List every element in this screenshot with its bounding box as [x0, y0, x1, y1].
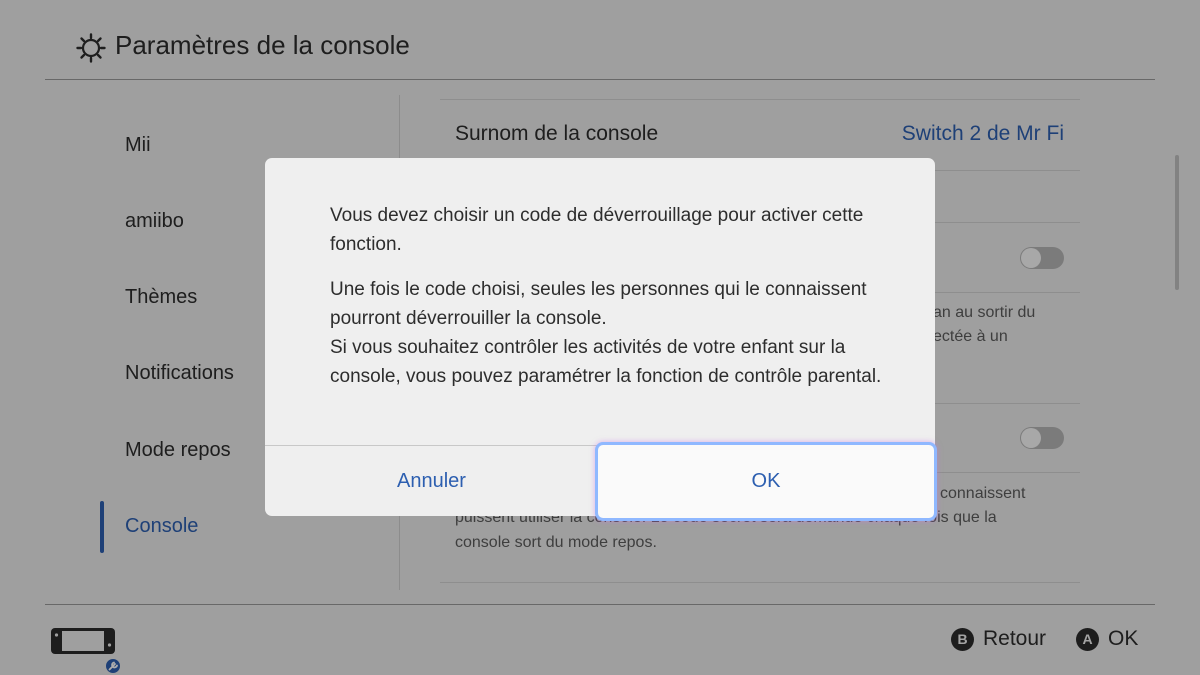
confirm-dialog: Vous devez choisir un code de déverrouil…	[265, 158, 935, 518]
dialog-message-3: Si vous souhaitez contrôler les activité…	[330, 337, 882, 387]
dialog-message-2: Une fois le code choisi, seules les pers…	[330, 279, 867, 329]
cancel-button[interactable]: Annuler	[265, 446, 598, 516]
dialog-message-1: Vous devez choisir un code de déverrouil…	[330, 205, 864, 255]
ok-button[interactable]: OK	[598, 445, 934, 518]
